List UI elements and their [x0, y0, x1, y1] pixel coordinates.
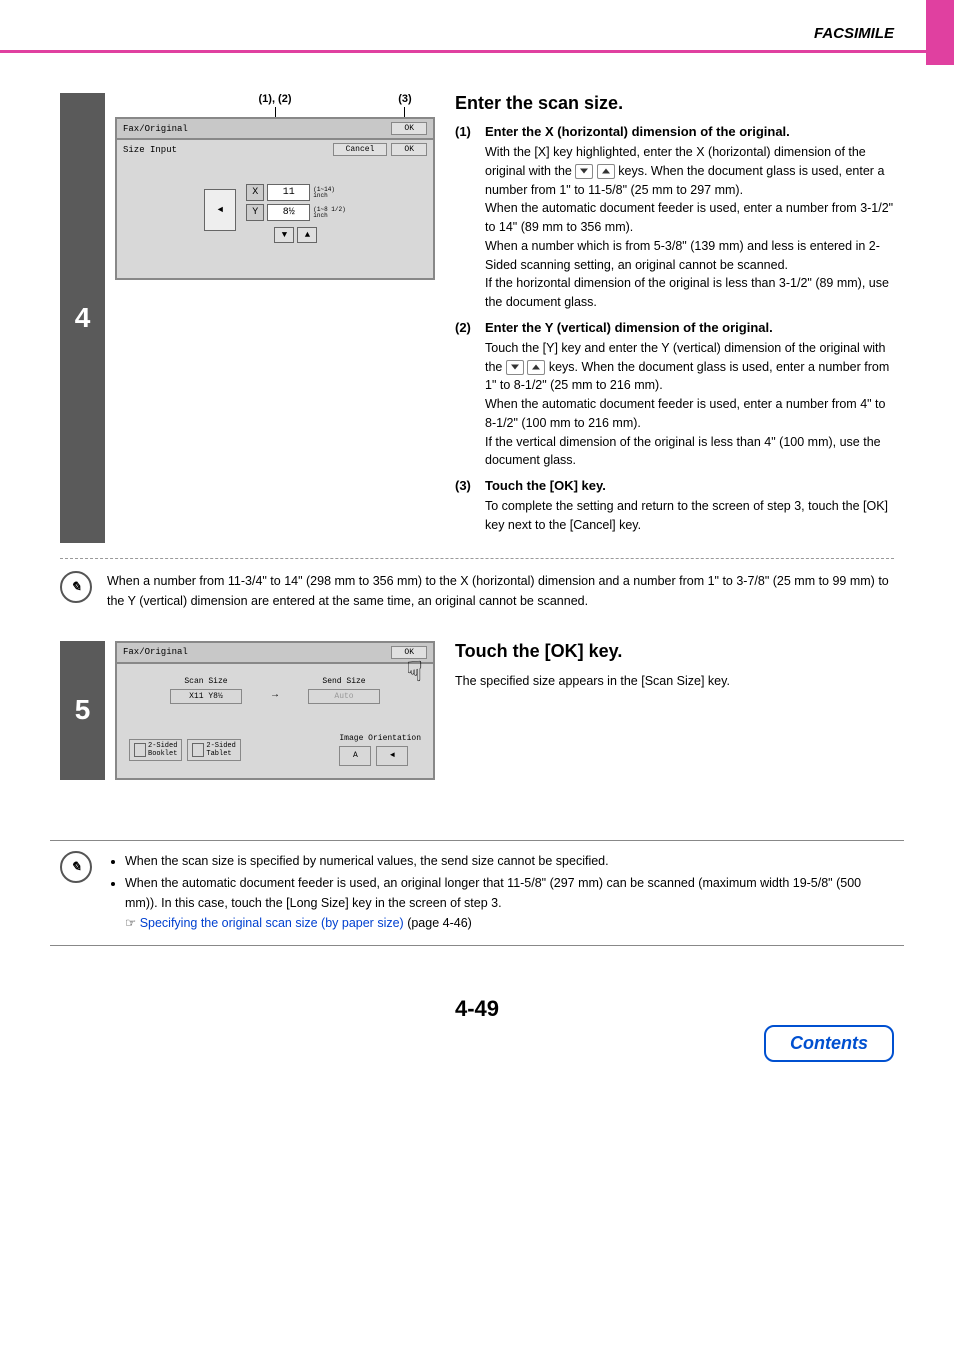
- sub1-title: Enter the X (horizontal) dimension of th…: [485, 124, 894, 139]
- screen-panel-step4: Fax/Original OK Size Input Cancel OK: [115, 117, 435, 280]
- sub3-title: Touch the [OK] key.: [485, 478, 894, 493]
- note-icon: ✎: [60, 851, 92, 883]
- orient-label: Image Orientation: [339, 734, 421, 743]
- arrow-icon: →: [272, 690, 278, 701]
- ok-button[interactable]: OK: [391, 143, 427, 156]
- booklet-icon: [134, 743, 146, 757]
- y-range: (1~8 1/2) inch: [313, 207, 345, 219]
- sub2-num: (2): [455, 320, 485, 470]
- note2-list: When the scan size is specified by numer…: [107, 851, 894, 935]
- send-size-button: Auto: [308, 689, 380, 704]
- section-title: FACSIMILE: [0, 25, 894, 42]
- sub2-title: Enter the Y (vertical) dimension of the …: [485, 320, 894, 335]
- hand-pointer-icon: ☟: [406, 661, 423, 689]
- cancel-button[interactable]: Cancel: [333, 143, 388, 156]
- down-key-icon: [506, 360, 524, 375]
- scan-size-label: Scan Size: [170, 677, 242, 686]
- sub1-paragraph: With the [X] key highlighted, enter the …: [485, 143, 894, 312]
- note-icon: ✎: [60, 571, 92, 603]
- orient-portrait[interactable]: A: [339, 746, 371, 766]
- y-value: 8½: [267, 204, 310, 221]
- page-number: 4-49: [0, 996, 954, 1022]
- paper-icon: [204, 189, 236, 231]
- spec-link[interactable]: Specifying the original scan size (by pa…: [140, 916, 404, 930]
- x-key[interactable]: X: [246, 184, 264, 201]
- step5-title: Touch the [OK] key.: [455, 641, 894, 662]
- step-number-5: 5: [60, 641, 105, 780]
- step5-text: The specified size appears in the [Scan …: [455, 672, 894, 691]
- tablet-button[interactable]: 2-Sided Tablet: [187, 739, 240, 761]
- booklet-button[interactable]: 2-Sided Booklet: [129, 739, 182, 761]
- contents-button[interactable]: Contents: [764, 1025, 894, 1062]
- size-input-label: Size Input: [123, 145, 177, 155]
- callout-3: (3): [375, 93, 435, 105]
- down-key-icon: [575, 164, 593, 179]
- scan-size-button[interactable]: X11 Y8½: [170, 689, 242, 704]
- panel-ok-outer[interactable]: OK: [391, 122, 427, 135]
- up-arrow-button[interactable]: ▲: [297, 227, 317, 243]
- send-size-label: Send Size: [308, 677, 380, 686]
- up-key-icon: [597, 164, 615, 179]
- up-key-icon: [527, 360, 545, 375]
- screen-panel-step5: Fax/Original OK ☟ Scan Size X11 Y8½ →: [115, 641, 435, 780]
- tablet-icon: [192, 743, 204, 757]
- orient-landscape[interactable]: ◄: [376, 746, 408, 766]
- down-arrow-button[interactable]: ▼: [274, 227, 294, 243]
- sub2-paragraph: Touch the [Y] key and enter the Y (verti…: [485, 339, 894, 470]
- x-value: 11: [267, 184, 310, 201]
- sub3-paragraph: To complete the setting and return to th…: [485, 497, 894, 535]
- step-number-4: 4: [60, 93, 105, 543]
- panel-title: Fax/Original: [123, 124, 188, 134]
- y-key[interactable]: Y: [246, 204, 264, 221]
- step4-title: Enter the scan size.: [455, 93, 894, 114]
- panel5-title: Fax/Original: [123, 647, 188, 657]
- panel5-ok[interactable]: OK: [391, 646, 427, 659]
- x-range: (1~14) inch: [313, 187, 335, 199]
- callout-12: (1), (2): [115, 93, 375, 105]
- note1-text: When a number from 11-3/4" to 14" (298 m…: [107, 571, 894, 611]
- sub1-num: (1): [455, 124, 485, 312]
- sub3-num: (3): [455, 478, 485, 535]
